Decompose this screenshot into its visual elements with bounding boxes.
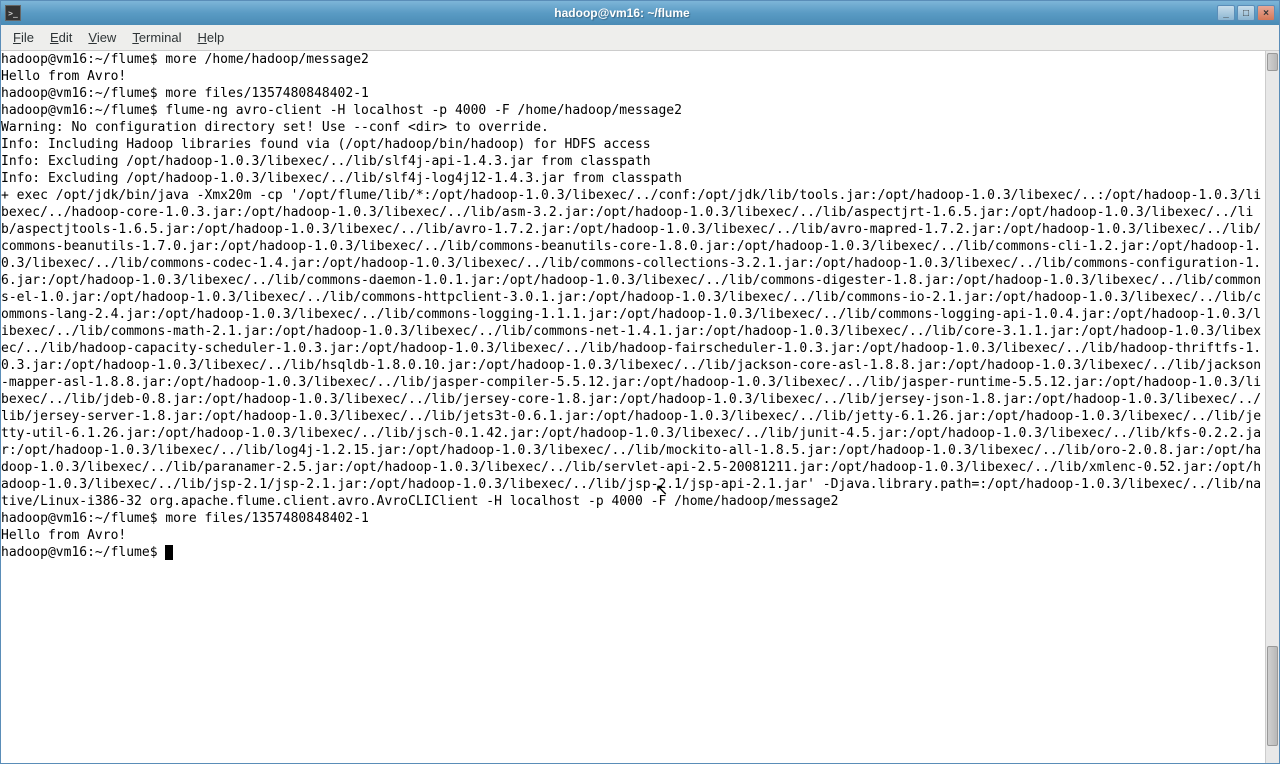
menu-file[interactable]: File	[5, 26, 42, 49]
terminal-icon	[5, 5, 21, 21]
cursor	[165, 545, 173, 560]
scrollbar-thumb-bottom[interactable]	[1267, 646, 1278, 746]
maximize-button[interactable]: □	[1237, 5, 1255, 21]
menu-terminal[interactable]: Terminal	[124, 26, 189, 49]
close-button[interactable]: ×	[1257, 5, 1275, 21]
scrollbar-thumb-top[interactable]	[1267, 53, 1278, 71]
minimize-button[interactable]: _	[1217, 5, 1235, 21]
window-controls: _ □ ×	[1217, 5, 1275, 21]
menu-edit[interactable]: Edit	[42, 26, 80, 49]
titlebar[interactable]: hadoop@vm16: ~/flume _ □ ×	[1, 1, 1279, 25]
scrollbar[interactable]	[1265, 51, 1279, 763]
menu-view[interactable]: View	[80, 26, 124, 49]
terminal-window: hadoop@vm16: ~/flume _ □ × File Edit Vie…	[0, 0, 1280, 764]
window-title: hadoop@vm16: ~/flume	[27, 6, 1217, 20]
terminal-output[interactable]: hadoop@vm16:~/flume$ more /home/hadoop/m…	[1, 51, 1265, 763]
menubar: File Edit View Terminal Help	[1, 25, 1279, 51]
menu-help[interactable]: Help	[189, 26, 232, 49]
terminal-area: hadoop@vm16:~/flume$ more /home/hadoop/m…	[1, 51, 1279, 763]
